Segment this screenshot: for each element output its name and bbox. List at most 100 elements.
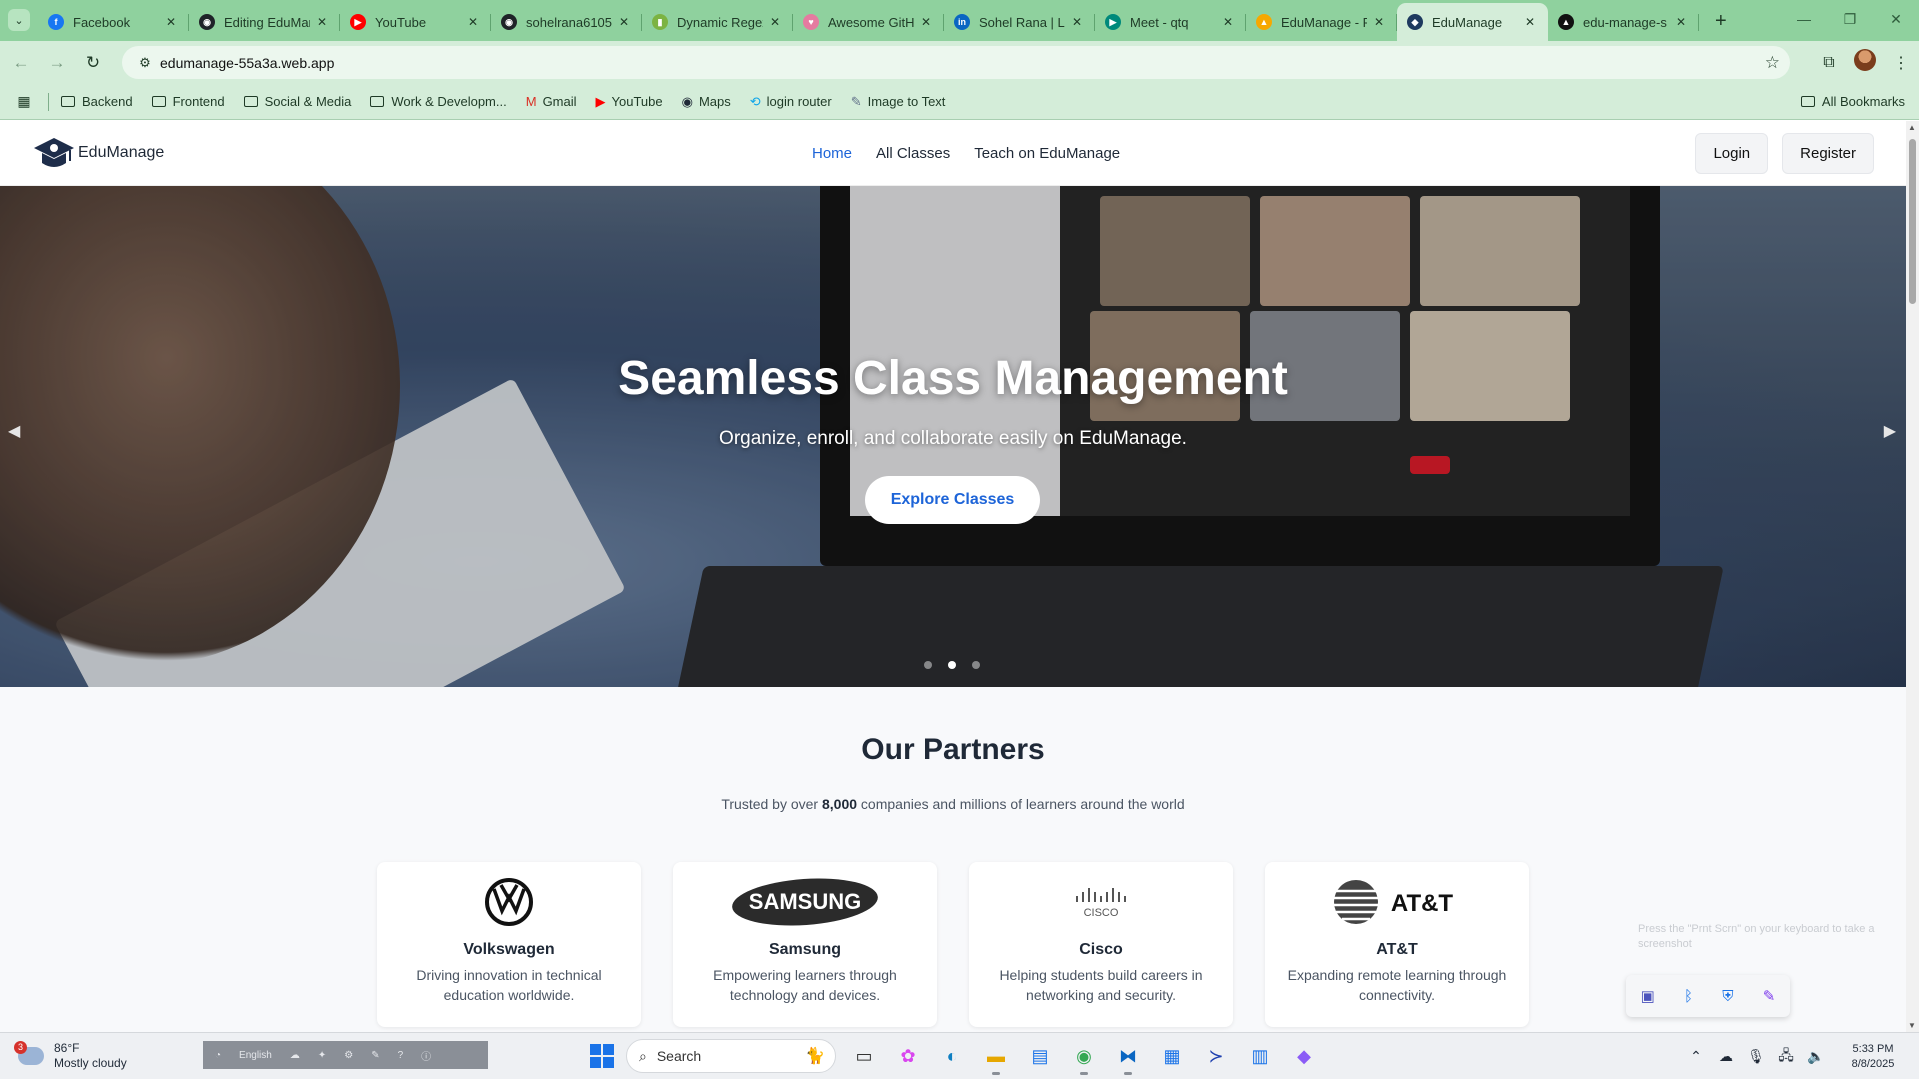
- bluetooth-icon[interactable]: ᛒ: [1684, 988, 1693, 1005]
- nav-all-classes[interactable]: All Classes: [876, 145, 950, 162]
- tray-chevron-icon[interactable]: ⌃: [1681, 1048, 1711, 1065]
- close-tab-icon[interactable]: ✕: [1522, 15, 1538, 29]
- bookmark-item[interactable]: Frontend: [151, 94, 225, 109]
- carousel-dot-1[interactable]: [924, 661, 932, 669]
- profile-avatar[interactable]: [1847, 49, 1883, 76]
- carousel-prev-icon[interactable]: ◀: [8, 421, 20, 441]
- terminal-icon[interactable]: ≻: [1200, 1040, 1232, 1072]
- explore-classes-button[interactable]: Explore Classes: [865, 476, 1040, 524]
- url-text[interactable]: edumanage-55a3a.web.app: [160, 55, 334, 71]
- weather-widget[interactable]: 3 86°F Mostly cloudy: [14, 1041, 127, 1071]
- close-tab-icon[interactable]: ✕: [767, 15, 783, 29]
- bookmark-item[interactable]: Social & Media: [243, 94, 351, 109]
- bookmark-item[interactable]: M Gmail: [526, 94, 577, 109]
- carousel-next-icon[interactable]: ▶: [1884, 421, 1896, 441]
- bookmark-item[interactable]: Work & Developm...: [370, 94, 507, 109]
- all-bookmarks-button[interactable]: All Bookmarks: [1800, 94, 1905, 109]
- close-tab-icon[interactable]: ✕: [465, 15, 481, 29]
- clock[interactable]: 5:33 PM 8/8/2025: [1837, 1042, 1909, 1072]
- tab-10[interactable]: ▲ edu-manage-s ✕: [1548, 3, 1699, 41]
- new-tab-button[interactable]: +: [1715, 10, 1727, 33]
- reload-button[interactable]: ↻: [78, 48, 108, 78]
- chrome-icon[interactable]: ◉: [1068, 1040, 1100, 1075]
- carousel-dot-2[interactable]: [948, 661, 956, 669]
- tab-0[interactable]: f Facebook ✕: [38, 3, 189, 41]
- tab-6[interactable]: in Sohel Rana | LinkedIn ✕: [944, 3, 1095, 41]
- nav-teach[interactable]: Teach on EduManage: [974, 145, 1120, 162]
- tab-7[interactable]: ▶ Meet - qtq ✕: [1095, 3, 1246, 41]
- close-tab-icon[interactable]: ✕: [918, 15, 934, 29]
- bookmark-item[interactable]: ⟲ login router: [750, 94, 832, 110]
- start-button[interactable]: [590, 1044, 614, 1068]
- ime-icon[interactable]: ◔: [215, 1050, 221, 1061]
- vscode-icon[interactable]: ⧓: [1112, 1040, 1144, 1075]
- minimize-icon[interactable]: —: [1781, 0, 1827, 38]
- close-tab-icon[interactable]: ✕: [1069, 15, 1085, 29]
- bookmark-item[interactable]: ✎ Image to Text: [851, 94, 946, 110]
- nav-home[interactable]: Home: [812, 145, 852, 162]
- tab-1[interactable]: ◉ Editing EduManage ✕: [189, 3, 340, 41]
- store-icon[interactable]: ▤: [1024, 1040, 1056, 1072]
- volume-icon[interactable]: 🔈: [1801, 1048, 1831, 1065]
- tab-9[interactable]: ◆ EduManage ✕: [1397, 3, 1548, 41]
- close-window-icon[interactable]: ✕: [1873, 0, 1919, 38]
- tab-2[interactable]: ▶ YouTube ✕: [340, 3, 491, 41]
- help-icon[interactable]: ?: [398, 1050, 404, 1061]
- extensions-icon[interactable]: ⧉: [1811, 54, 1847, 72]
- scroll-up-icon[interactable]: ▲: [1908, 123, 1916, 132]
- network-icon[interactable]: 🖧: [1771, 1045, 1801, 1069]
- tab-label: Editing EduManage: [224, 14, 310, 30]
- tools-icon[interactable]: ✦: [318, 1050, 326, 1061]
- tab-8[interactable]: ▲ EduManage - F ✕: [1246, 3, 1397, 41]
- tab-3[interactable]: ◉ sohelrana6105 ✕: [491, 3, 642, 41]
- file-explorer-icon[interactable]: ▬: [980, 1040, 1012, 1075]
- tab-5[interactable]: ♥ Awesome GitHub ✕: [793, 3, 944, 41]
- restore-icon[interactable]: ❐: [1827, 0, 1873, 38]
- pen-icon[interactable]: ✎: [1763, 987, 1776, 1005]
- notepad-icon[interactable]: ▥: [1244, 1040, 1276, 1072]
- tab-4[interactable]: ▮ Dynamic Regex ✕: [642, 3, 793, 41]
- settings-icon[interactable]: ⚙: [344, 1050, 353, 1061]
- site-info-icon[interactable]: ⚙: [130, 55, 160, 71]
- teams-icon[interactable]: ▣: [1641, 987, 1655, 1005]
- menu-kebab-icon[interactable]: ⋮: [1883, 53, 1919, 73]
- page-scrollbar[interactable]: ▲ ▼: [1906, 121, 1919, 1032]
- register-button[interactable]: Register: [1782, 133, 1874, 174]
- taskbar-search[interactable]: ⌕ Search 🐈: [626, 1039, 836, 1073]
- calculator-icon[interactable]: ▦: [1156, 1040, 1188, 1072]
- edumanage-icon: ◆: [1407, 14, 1423, 30]
- apps-grid-icon[interactable]: ▦: [0, 93, 48, 110]
- clock-date: 8/8/2025: [1851, 1057, 1895, 1070]
- bookmark-item[interactable]: ◉ Maps: [682, 94, 731, 110]
- close-tab-icon[interactable]: ✕: [1673, 15, 1689, 29]
- cloud-sync-icon[interactable]: ☁: [290, 1050, 300, 1061]
- address-bar[interactable]: ⚙ edumanage-55a3a.web.app ☆: [122, 46, 1790, 79]
- close-tab-icon[interactable]: ✕: [1371, 15, 1387, 29]
- task-view-icon[interactable]: ▭: [848, 1040, 880, 1072]
- bookmark-item[interactable]: Backend: [61, 94, 133, 109]
- language-label[interactable]: English: [239, 1050, 272, 1061]
- info-icon[interactable]: ⓘ: [421, 1048, 431, 1063]
- close-tab-icon[interactable]: ✕: [314, 15, 330, 29]
- close-tab-icon[interactable]: ✕: [163, 15, 179, 29]
- tab-search-button[interactable]: ⌄: [8, 9, 30, 31]
- scrollbar-thumb[interactable]: [1909, 139, 1916, 304]
- microphone-icon[interactable]: 🎙: [1741, 1048, 1771, 1065]
- bookmark-item[interactable]: ▶ YouTube: [596, 94, 663, 110]
- security-shield-icon[interactable]: ⛨: [1722, 988, 1733, 1005]
- close-tab-icon[interactable]: ✕: [616, 15, 632, 29]
- edit-icon[interactable]: ✎: [371, 1050, 379, 1061]
- onedrive-icon[interactable]: ☁: [1711, 1048, 1741, 1065]
- close-tab-icon[interactable]: ✕: [1220, 15, 1236, 29]
- bookmark-star-icon[interactable]: ☆: [1765, 53, 1780, 73]
- edge-icon[interactable]: ◐: [936, 1040, 968, 1072]
- forward-button[interactable]: →: [42, 48, 72, 78]
- brand-logo[interactable]: EduManage: [32, 131, 164, 175]
- copilot-icon[interactable]: ✿: [892, 1040, 924, 1072]
- scroll-down-icon[interactable]: ▼: [1908, 1021, 1916, 1030]
- back-button[interactable]: ←: [6, 48, 36, 78]
- app-icon[interactable]: ◆: [1288, 1040, 1320, 1072]
- login-button[interactable]: Login: [1695, 133, 1769, 174]
- carousel-dot-3[interactable]: [972, 661, 980, 669]
- language-bar[interactable]: ◔ English ☁ ✦ ⚙ ✎ ? ⓘ: [203, 1041, 488, 1069]
